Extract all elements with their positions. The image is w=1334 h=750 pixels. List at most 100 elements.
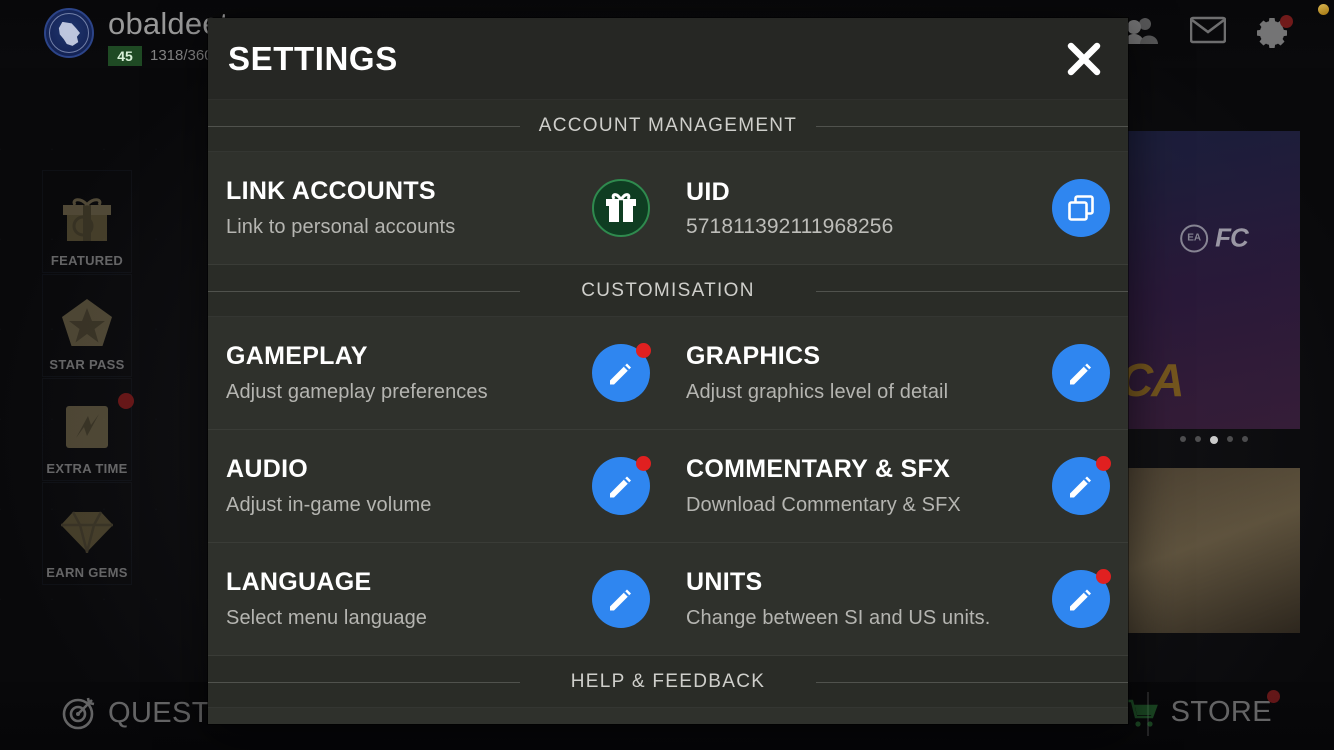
sidebar-item-label: FEATURED [50,253,124,268]
friends-icon[interactable] [1124,16,1158,44]
setting-item-texts: LINK ACCOUNTS Link to personal accounts [226,177,592,239]
setting-item-customer-service[interactable]: CUSTOMER SERVICE [668,708,1128,724]
setting-item-graphics[interactable]: GRAPHICS Adjust graphics level of detail [668,317,1128,429]
setting-item-texts: AUDIO Adjust in-game volume [226,455,592,517]
section-divider-left [208,290,520,292]
setting-item-title: UID [686,177,730,206]
club-crest-icon[interactable] [44,8,94,58]
settings-row: HELP & COMMUNITY CUSTOMER SERVICE [208,708,1128,724]
pagination-dot-active[interactable] [1210,436,1218,444]
store-label: STORE [1170,696,1272,728]
fc-wordmark: FC [1215,222,1249,253]
target-icon [62,697,95,730]
player-level-badge: 45 [108,46,142,66]
sidebar-item-star-pass[interactable]: STAR PASS [42,274,132,377]
setting-item-title: GAMEPLAY [226,342,368,370]
promo-banner-secondary[interactable] [1128,468,1300,633]
section-header-account-management: ACCOUNT MANAGEMENT [208,100,1128,152]
setting-item-help-community[interactable]: HELP & COMMUNITY [208,708,668,724]
settings-row: LINK ACCOUNTS Link to personal accounts … [208,152,1128,265]
settings-modal-body[interactable]: ACCOUNT MANAGEMENT LINK ACCOUNTS Link to… [208,100,1128,724]
edit-pencil-icon[interactable] [1052,344,1110,402]
setting-item-subtitle: Link to personal accounts [226,216,456,238]
pagination-dot[interactable] [1195,436,1201,442]
setting-item-subtitle: Download Commentary & SFX [686,494,961,516]
setting-item-title: UNITS [686,568,763,596]
gift-icon[interactable] [592,179,650,237]
banner-secondary-text: CA [1128,354,1184,406]
setting-item-gameplay[interactable]: GAMEPLAY Adjust gameplay preferences [208,317,668,429]
section-divider-left [208,681,520,683]
screen-root: obaldeet 45 1318/360 FEATURED STAR PASS [0,0,1334,750]
setting-item-link-accounts[interactable]: LINK ACCOUNTS Link to personal accounts [208,152,668,264]
mail-icon[interactable] [1190,16,1226,44]
section-header-label: HELP & FEEDBACK [570,670,766,692]
sidebar-item-earn-gems[interactable]: EARN GEMS [42,482,132,585]
notification-badge [636,343,651,358]
star-pentagon-icon [58,294,116,352]
setting-item-title: COMMENTARY & SFX [686,455,951,483]
gem-icon [58,502,116,560]
extra-time-notification-badge [118,393,134,409]
edit-pencil-icon[interactable] [1052,569,1111,628]
notification-badge [1096,456,1111,471]
setting-item-texts: UNITS Change between SI and US units. [686,568,1052,630]
player-xp-text: 1318/360 [150,47,213,64]
copy-icon[interactable] [1052,179,1110,237]
promo-banner-primary[interactable]: EA FC CA [1128,131,1300,429]
pagination-dot[interactable] [1227,436,1233,442]
setting-item-uid[interactable]: UID 571811392111968256 [668,152,1128,264]
edit-pencil-icon[interactable] [1052,456,1111,515]
close-icon[interactable] [1060,35,1108,83]
section-header-customisation: CUSTOMISATION [208,265,1128,317]
edit-pencil-icon[interactable] [592,456,651,515]
pagination-dot[interactable] [1180,436,1186,442]
quests-button[interactable]: QUESTS [62,696,230,730]
setting-item-subtitle: Adjust in-game volume [226,494,432,516]
setting-item-texts: LANGUAGE Select menu language [226,568,592,630]
setting-item-subtitle: Change between SI and US units. [686,607,991,629]
settings-row: GAMEPLAY Adjust gameplay preferences GRA… [208,317,1128,430]
edit-pencil-icon[interactable] [592,343,651,402]
sidebar-item-featured[interactable]: FEATURED [42,170,132,273]
setting-item-language[interactable]: LANGUAGE Select menu language [208,543,668,655]
ea-fc-mobile-logo: EA FC [1180,222,1249,254]
notification-badge [636,456,651,471]
store-notification-badge [1267,690,1280,703]
settings-modal: SETTINGS ACCOUNT MANAGEMENT LINK ACCOUNT… [208,18,1128,724]
store-button[interactable]: STORE [1125,690,1280,729]
setting-item-title: LINK ACCOUNTS [226,177,436,205]
pagination-dot[interactable] [1242,436,1248,442]
setting-item-texts: COMMENTARY & SFX Download Commentary & S… [686,455,1052,517]
section-header-label: CUSTOMISATION [581,279,755,301]
gear-icon[interactable] [1256,15,1293,50]
settings-row: LANGUAGE Select menu language UNITS Chan… [208,543,1128,656]
edit-pencil-icon[interactable] [592,570,650,628]
setting-item-texts: UID 571811392111968256 [686,178,1052,239]
sidebar-item-label: STAR PASS [49,357,125,372]
setting-item-units[interactable]: UNITS Change between SI and US units. [668,543,1128,655]
setting-item-subtitle: Select menu language [226,607,428,629]
setting-item-title: AUDIO [226,455,309,483]
game-sidebar: FEATURED STAR PASS EXTRA TIME EARN GEMS [42,170,137,586]
settings-modal-header: SETTINGS [208,18,1128,100]
setting-item-title: GRAPHICS [686,342,821,370]
setting-item-commentary-sfx[interactable]: COMMENTARY & SFX Download Commentary & S… [668,430,1128,542]
section-divider-right [816,125,1128,127]
setting-item-texts: GRAPHICS Adjust graphics level of detail [686,342,1052,404]
sidebar-item-label: EARN GEMS [46,565,128,580]
section-divider-left [208,125,520,127]
sidebar-item-label: EXTRA TIME [46,461,128,476]
banner-pagination-dots[interactable] [1128,436,1300,444]
notification-badge [1096,569,1111,584]
setting-item-texts: GAMEPLAY Adjust gameplay preferences [226,342,592,404]
section-header-help-feedback: HELP & FEEDBACK [208,656,1128,708]
ea-sports-logo-icon: EA [1180,224,1209,253]
section-divider-right [816,290,1128,292]
settings-row: AUDIO Adjust in-game volume COMMENTARY &… [208,430,1128,543]
currency-coin-icon [1318,4,1329,15]
gear-notification-badge [1280,15,1293,28]
setting-item-audio[interactable]: AUDIO Adjust in-game volume [208,430,668,542]
section-header-label: ACCOUNT MANAGEMENT [538,114,798,136]
sidebar-item-extra-time[interactable]: EXTRA TIME [42,378,134,481]
